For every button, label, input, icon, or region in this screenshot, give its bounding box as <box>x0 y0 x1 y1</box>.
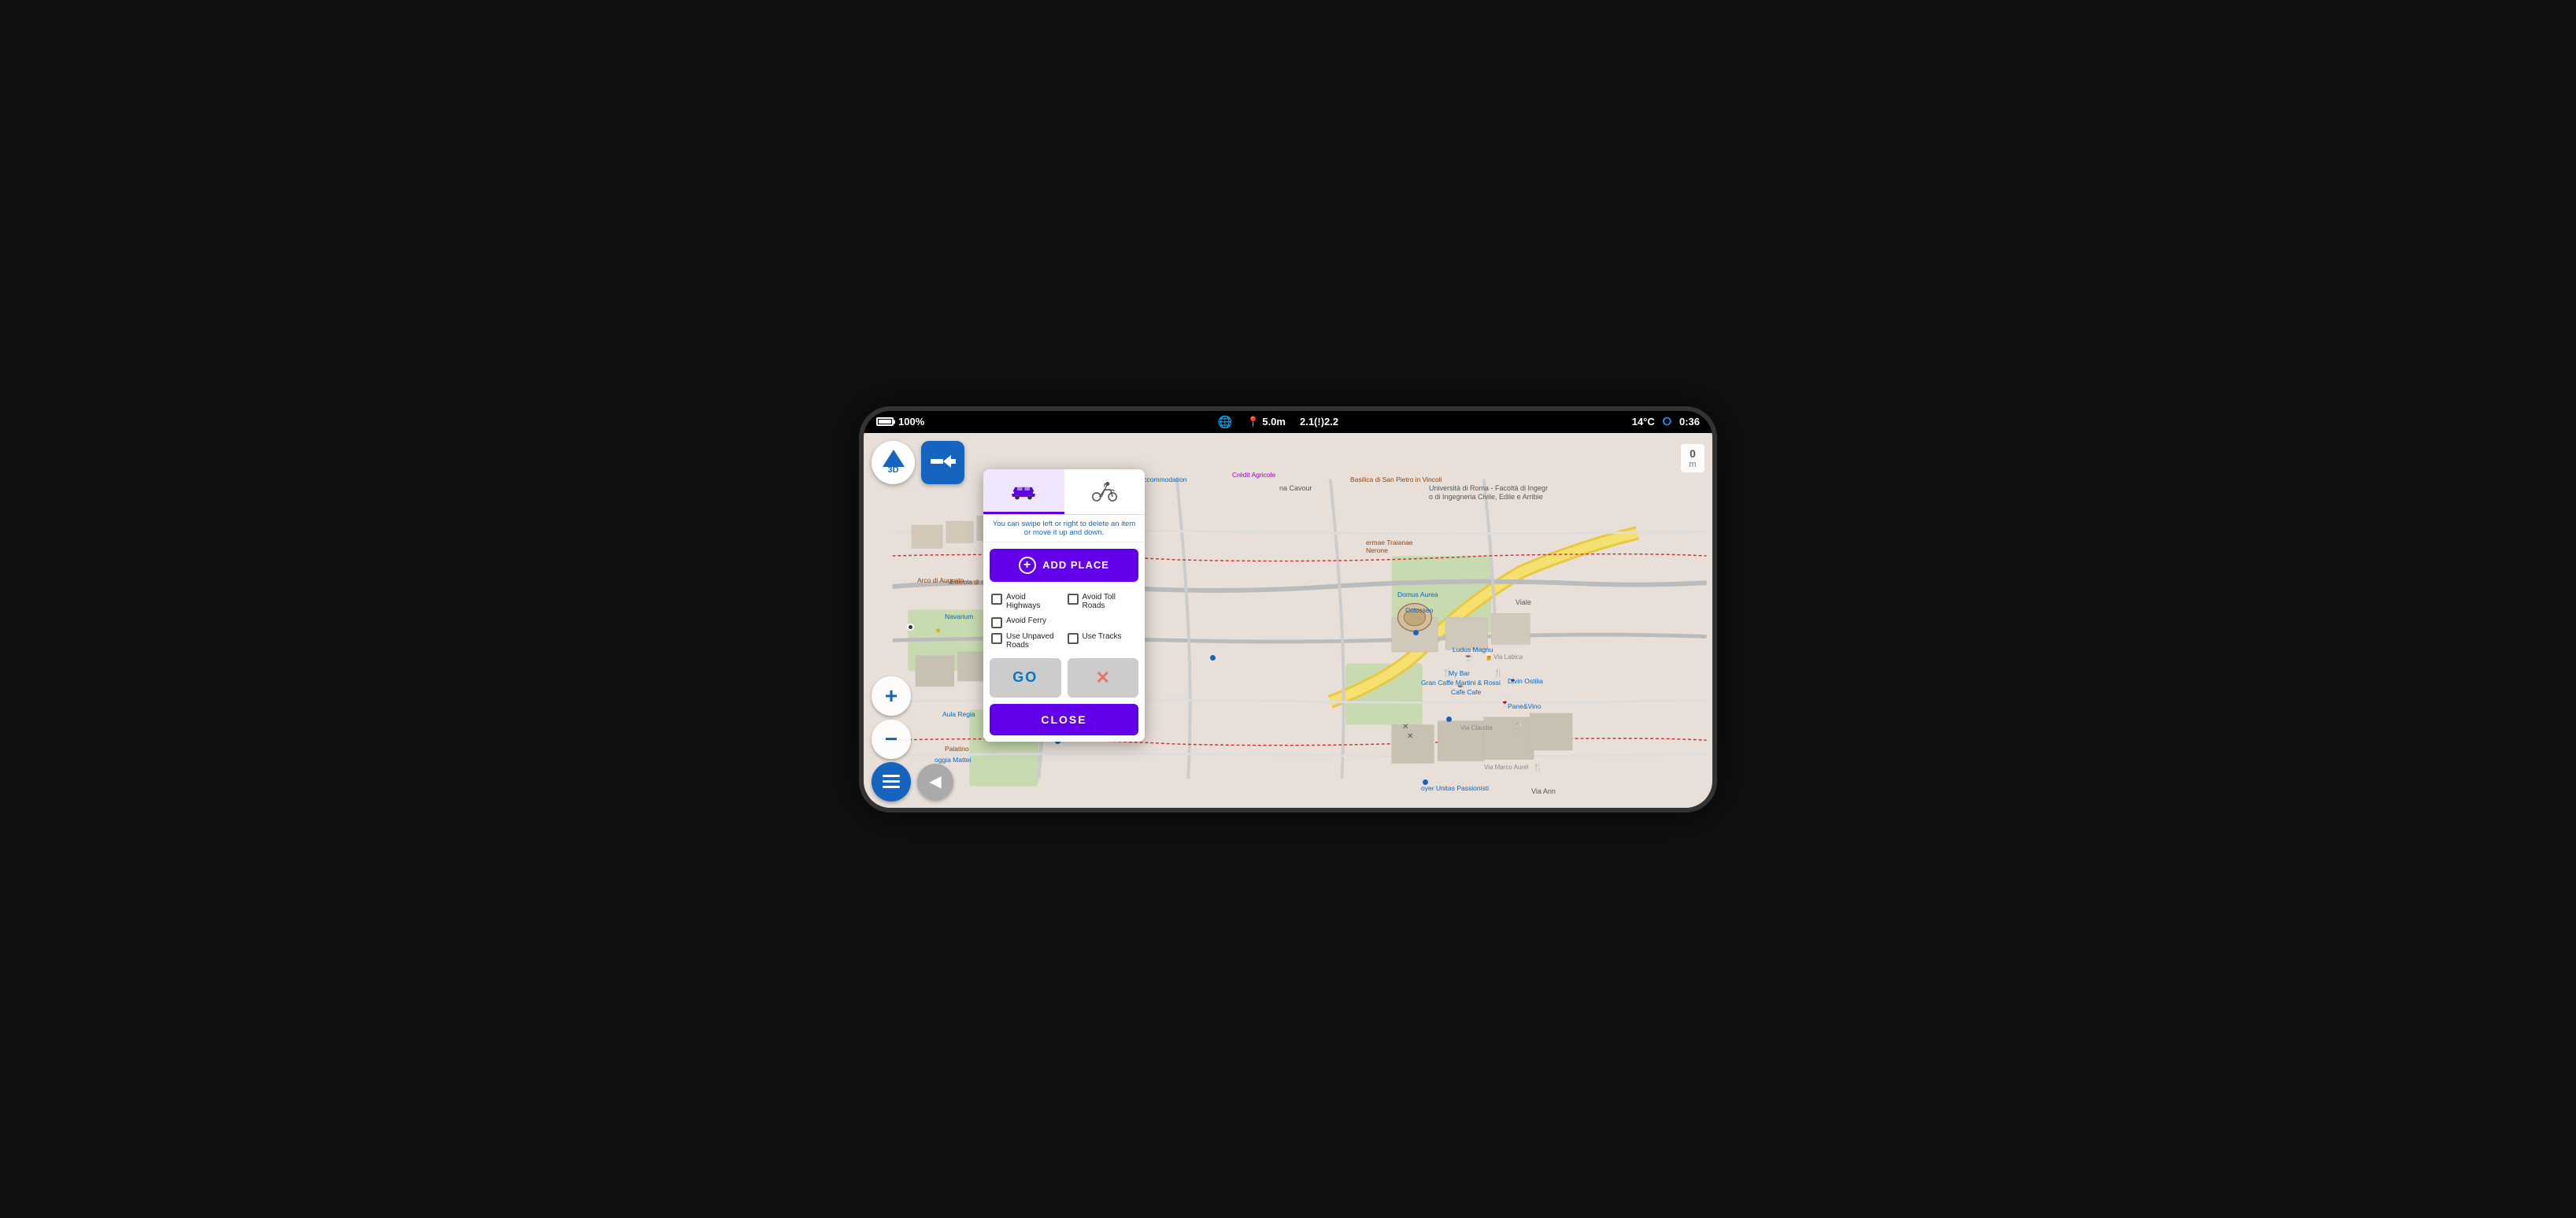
add-place-label: ADD PLACE <box>1042 559 1109 571</box>
label-avoid-toll-roads: Avoid Toll Roads <box>1083 593 1138 610</box>
close-button[interactable]: CLOSE <box>990 704 1138 735</box>
phone-frame: 100% 🌐 📍 5.0m 2.1(!)2.2 14°C ⭘ 0:36 <box>859 406 1717 813</box>
label-avoid-highways: Avoid Highways <box>1006 593 1061 610</box>
turn-icon <box>929 451 957 473</box>
label-use-unpaved-roads: Use Unpaved Roads <box>1006 632 1061 650</box>
scale-indicator: 0 m <box>1681 444 1704 472</box>
zoom-controls: + − <box>872 676 911 759</box>
go-button[interactable]: GO <box>990 658 1061 698</box>
time: 0:36 <box>1679 416 1700 428</box>
battery-percent: 100% <box>898 416 924 428</box>
tab-car[interactable] <box>983 469 1064 514</box>
cancel-button[interactable]: ✕ <box>1068 658 1139 698</box>
action-row: GO ✕ <box>990 658 1138 698</box>
back-button[interactable]: ◀ <box>917 764 953 800</box>
menu-line <box>883 780 900 783</box>
restaurant-marker: 🍴 <box>1533 764 1542 772</box>
map-dot <box>1413 630 1419 635</box>
checkbox-avoid-toll-roads[interactable] <box>1068 594 1079 605</box>
map-dot <box>1446 716 1452 722</box>
battery-icon <box>876 417 894 426</box>
back-icon: ◀ <box>929 772 941 791</box>
restaurant-marker: ☕ <box>1456 683 1465 692</box>
restaurant-marker: 🍴 <box>1514 723 1523 731</box>
checkbox-use-unpaved-roads[interactable] <box>991 633 1002 644</box>
zoom-out-button[interactable]: − <box>872 720 911 759</box>
restaurant-marker: 🍷 <box>1500 699 1509 708</box>
checkbox-use-tracks[interactable] <box>1068 633 1079 644</box>
map-dot <box>1210 655 1216 661</box>
restaurant-marker: 🍴 <box>1442 669 1452 678</box>
map-dot <box>1423 779 1428 785</box>
tab-bike[interactable] <box>1064 469 1146 514</box>
status-bar: 100% 🌐 📍 5.0m 2.1(!)2.2 14°C ⭘ 0:36 <box>864 411 1712 433</box>
restaurant-marker: ☕ <box>1464 653 1473 662</box>
menu-line <box>883 786 900 788</box>
restaurant-marker: 🍷 <box>1508 677 1517 686</box>
speed-info: 2.1(!)2.2 <box>1300 416 1338 428</box>
map-container: ★ ★ ★ 🍴 ☕ 🍷 ✕ ✕ 🍺 🍴 🍷 🍴 ☕ 🍴 Alle Carrett… <box>864 433 1712 808</box>
status-left: 100% <box>876 416 924 428</box>
restaurant-marker: ✕ <box>1407 732 1413 741</box>
options-section: Avoid Highways Avoid Toll Roads Avoid Fe… <box>983 588 1145 658</box>
nav-3d-label: 3D <box>887 465 898 475</box>
option-avoid-toll-roads[interactable]: Avoid Toll Roads <box>1068 593 1138 610</box>
label-avoid-ferry: Avoid Ferry <box>1006 616 1046 625</box>
status-right: 14°C ⭘ 0:36 <box>1632 415 1700 428</box>
nav-3d-button[interactable]: 3D <box>872 441 915 484</box>
option-avoid-highways[interactable]: Avoid Highways <box>991 593 1061 610</box>
restaurant-marker: 🍺 <box>1484 653 1493 662</box>
menu-button[interactable] <box>872 762 911 802</box>
gps-accuracy: 📍 5.0m <box>1247 416 1286 428</box>
route-modal: You can swipe left or right to delete an… <box>983 469 1145 742</box>
bike-icon <box>1090 479 1120 503</box>
checkbox-avoid-ferry[interactable] <box>991 617 1002 628</box>
status-center: 🌐 📍 5.0m 2.1(!)2.2 <box>1218 415 1338 429</box>
map-current-location <box>907 624 914 631</box>
add-place-circle-icon: + <box>1019 557 1036 574</box>
restaurant-marker: 🍴 <box>1493 669 1503 678</box>
temperature: 14°C <box>1632 416 1655 428</box>
globe-icon: 🌐 <box>1218 415 1233 429</box>
zoom-in-button[interactable]: + <box>872 676 911 716</box>
option-use-tracks[interactable]: Use Tracks <box>1068 632 1138 650</box>
nav-arrow-icon <box>883 450 905 467</box>
option-avoid-ferry[interactable]: Avoid Ferry <box>991 616 1137 628</box>
add-place-button[interactable]: + ADD PLACE <box>990 549 1138 582</box>
map-star-marker: ★ <box>935 627 942 635</box>
cancel-icon: ✕ <box>1096 668 1110 688</box>
menu-line <box>883 775 900 777</box>
nav-buttons: 3D <box>872 441 964 484</box>
restaurant-marker: ✕ <box>1402 723 1408 731</box>
swipe-hint: You can swipe left or right to delete an… <box>983 515 1145 542</box>
bluetooth-icon: ⭘ <box>1663 415 1671 428</box>
label-use-tracks: Use Tracks <box>1083 632 1122 641</box>
car-icon <box>1008 479 1039 502</box>
turn-button[interactable] <box>921 441 964 484</box>
option-row-2: Use Unpaved Roads Use Tracks <box>991 632 1137 650</box>
transport-tabs <box>983 469 1145 515</box>
option-use-unpaved-roads[interactable]: Use Unpaved Roads <box>991 632 1061 650</box>
option-row-1: Avoid Highways Avoid Toll Roads Avoid Fe… <box>991 593 1137 628</box>
checkbox-avoid-highways[interactable] <box>991 594 1002 605</box>
